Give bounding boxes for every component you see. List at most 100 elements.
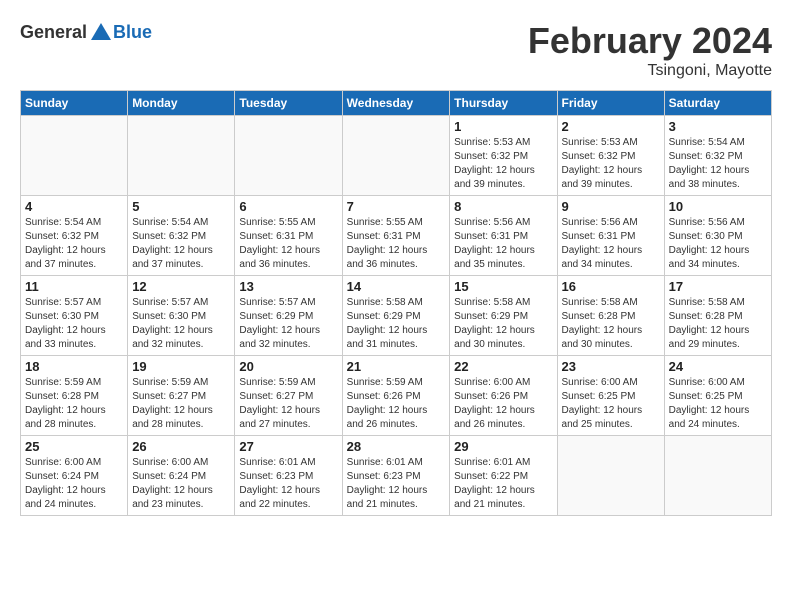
calendar-cell: 16 Sunrise: 5:58 AM Sunset: 6:28 PM Dayli… — [557, 276, 664, 356]
calendar-cell — [128, 116, 235, 196]
day-number: 14 — [347, 279, 446, 294]
calendar-cell: 7 Sunrise: 5:55 AM Sunset: 6:31 PM Daylig… — [342, 196, 450, 276]
day-info: Sunrise: 5:59 AM Sunset: 6:27 PM Dayligh… — [239, 376, 337, 432]
calendar-cell: 23 Sunrise: 6:00 AM Sunset: 6:25 PM Dayli… — [557, 356, 664, 436]
day-info: Sunrise: 6:00 AM Sunset: 6:25 PM Dayligh… — [669, 376, 767, 432]
day-number: 1 — [454, 119, 552, 134]
calendar-cell: 9 Sunrise: 5:56 AM Sunset: 6:31 PM Daylig… — [557, 196, 664, 276]
calendar-cell: 24Sunrise: 6:00 AM Sunset: 6:25 PM Dayli… — [664, 356, 771, 436]
calendar-cell: 13 Sunrise: 5:57 AM Sunset: 6:29 PM Dayli… — [235, 276, 342, 356]
day-info: Sunrise: 6:01 AM Sunset: 6:23 PM Dayligh… — [347, 456, 446, 512]
day-number: 26 — [132, 439, 230, 454]
calendar-cell: 28 Sunrise: 6:01 AM Sunset: 6:23 PM Dayli… — [342, 436, 450, 516]
day-number: 16 — [562, 279, 660, 294]
calendar-week-row: 1 Sunrise: 5:53 AM Sunset: 6:32 PM Daylig… — [21, 116, 772, 196]
logo-blue: Blue — [113, 22, 152, 43]
calendar-cell: 5 Sunrise: 5:54 AM Sunset: 6:32 PM Daylig… — [128, 196, 235, 276]
calendar-cell: 2Sunrise: 5:53 AM Sunset: 6:32 PM Daylig… — [557, 116, 664, 196]
day-info: Sunrise: 5:55 AM Sunset: 6:31 PM Dayligh… — [239, 216, 337, 272]
calendar-cell — [235, 116, 342, 196]
day-number: 22 — [454, 359, 552, 374]
day-number: 29 — [454, 439, 552, 454]
day-info: Sunrise: 5:59 AM Sunset: 6:27 PM Dayligh… — [132, 376, 230, 432]
day-number: 21 — [347, 359, 446, 374]
day-info: Sunrise: 5:55 AM Sunset: 6:31 PM Dayligh… — [347, 216, 446, 272]
day-info: Sunrise: 5:54 AM Sunset: 6:32 PM Dayligh… — [132, 216, 230, 272]
day-number: 7 — [347, 199, 446, 214]
page-header: General Blue February 2024 Tsingoni, May… — [20, 20, 772, 80]
day-info: Sunrise: 6:00 AM Sunset: 6:26 PM Dayligh… — [454, 376, 552, 432]
day-info: Sunrise: 5:57 AM Sunset: 6:30 PM Dayligh… — [25, 296, 123, 352]
day-info: Sunrise: 5:54 AM Sunset: 6:32 PM Dayligh… — [25, 216, 123, 272]
calendar-week-row: 25Sunrise: 6:00 AM Sunset: 6:24 PM Dayli… — [21, 436, 772, 516]
day-info: Sunrise: 5:58 AM Sunset: 6:29 PM Dayligh… — [454, 296, 552, 352]
day-info: Sunrise: 5:56 AM Sunset: 6:30 PM Dayligh… — [669, 216, 767, 272]
calendar-cell: 19 Sunrise: 5:59 AM Sunset: 6:27 PM Dayli… — [128, 356, 235, 436]
calendar-cell: 21Sunrise: 5:59 AM Sunset: 6:26 PM Dayli… — [342, 356, 450, 436]
day-number: 6 — [239, 199, 337, 214]
month-title: February 2024 — [528, 20, 772, 62]
calendar-cell: 27 Sunrise: 6:01 AM Sunset: 6:23 PM Dayli… — [235, 436, 342, 516]
calendar-cell: 14 Sunrise: 5:58 AM Sunset: 6:29 PM Dayli… — [342, 276, 450, 356]
day-number: 17 — [669, 279, 767, 294]
calendar-cell: 22 Sunrise: 6:00 AM Sunset: 6:26 PM Dayli… — [450, 356, 557, 436]
day-info: Sunrise: 5:56 AM Sunset: 6:31 PM Dayligh… — [454, 216, 552, 272]
calendar-cell: 12 Sunrise: 5:57 AM Sunset: 6:30 PM Dayli… — [128, 276, 235, 356]
column-header-tuesday: Tuesday — [235, 91, 342, 116]
day-number: 28 — [347, 439, 446, 454]
day-info: Sunrise: 5:58 AM Sunset: 6:28 PM Dayligh… — [669, 296, 767, 352]
day-info: Sunrise: 5:59 AM Sunset: 6:28 PM Dayligh… — [25, 376, 123, 432]
logo: General Blue — [20, 20, 152, 44]
calendar-cell: 1 Sunrise: 5:53 AM Sunset: 6:32 PM Daylig… — [450, 116, 557, 196]
day-info: Sunrise: 6:00 AM Sunset: 6:25 PM Dayligh… — [562, 376, 660, 432]
calendar-cell — [664, 436, 771, 516]
logo-general: General — [20, 22, 87, 43]
day-info: Sunrise: 6:00 AM Sunset: 6:24 PM Dayligh… — [132, 456, 230, 512]
day-number: 10 — [669, 199, 767, 214]
day-number: 5 — [132, 199, 230, 214]
day-number: 12 — [132, 279, 230, 294]
column-header-monday: Monday — [128, 91, 235, 116]
calendar-week-row: 4 Sunrise: 5:54 AM Sunset: 6:32 PM Daylig… — [21, 196, 772, 276]
day-info: Sunrise: 5:53 AM Sunset: 6:32 PM Dayligh… — [562, 136, 660, 192]
day-number: 4 — [25, 199, 123, 214]
calendar-cell: 4 Sunrise: 5:54 AM Sunset: 6:32 PM Daylig… — [21, 196, 128, 276]
day-number: 8 — [454, 199, 552, 214]
day-info: Sunrise: 6:00 AM Sunset: 6:24 PM Dayligh… — [25, 456, 123, 512]
calendar-cell: 11Sunrise: 5:57 AM Sunset: 6:30 PM Dayli… — [21, 276, 128, 356]
calendar-cell: 29 Sunrise: 6:01 AM Sunset: 6:22 PM Dayli… — [450, 436, 557, 516]
day-info: Sunrise: 5:57 AM Sunset: 6:30 PM Dayligh… — [132, 296, 230, 352]
calendar-cell — [557, 436, 664, 516]
column-header-saturday: Saturday — [664, 91, 771, 116]
calendar-table: SundayMondayTuesdayWednesdayThursdayFrid… — [20, 90, 772, 516]
day-number: 13 — [239, 279, 337, 294]
day-info: Sunrise: 5:58 AM Sunset: 6:29 PM Dayligh… — [347, 296, 446, 352]
day-info: Sunrise: 5:58 AM Sunset: 6:28 PM Dayligh… — [562, 296, 660, 352]
calendar-cell: 18 Sunrise: 5:59 AM Sunset: 6:28 PM Dayli… — [21, 356, 128, 436]
location-title: Tsingoni, Mayotte — [528, 62, 772, 80]
day-info: Sunrise: 6:01 AM Sunset: 6:23 PM Dayligh… — [239, 456, 337, 512]
calendar-cell: 15 Sunrise: 5:58 AM Sunset: 6:29 PM Dayli… — [450, 276, 557, 356]
calendar-week-row: 18 Sunrise: 5:59 AM Sunset: 6:28 PM Dayli… — [21, 356, 772, 436]
calendar-week-row: 11Sunrise: 5:57 AM Sunset: 6:30 PM Dayli… — [21, 276, 772, 356]
day-info: Sunrise: 5:56 AM Sunset: 6:31 PM Dayligh… — [562, 216, 660, 272]
day-info: Sunrise: 5:53 AM Sunset: 6:32 PM Dayligh… — [454, 136, 552, 192]
day-number: 27 — [239, 439, 337, 454]
column-header-friday: Friday — [557, 91, 664, 116]
day-number: 15 — [454, 279, 552, 294]
day-number: 18 — [25, 359, 123, 374]
column-header-wednesday: Wednesday — [342, 91, 450, 116]
calendar-cell: 25Sunrise: 6:00 AM Sunset: 6:24 PM Dayli… — [21, 436, 128, 516]
calendar-cell — [342, 116, 450, 196]
day-info: Sunrise: 6:01 AM Sunset: 6:22 PM Dayligh… — [454, 456, 552, 512]
column-header-thursday: Thursday — [450, 91, 557, 116]
day-number: 3 — [669, 119, 767, 134]
column-header-sunday: Sunday — [21, 91, 128, 116]
calendar-cell: 6 Sunrise: 5:55 AM Sunset: 6:31 PM Daylig… — [235, 196, 342, 276]
calendar-cell: 10 Sunrise: 5:56 AM Sunset: 6:30 PM Dayli… — [664, 196, 771, 276]
calendar-cell — [21, 116, 128, 196]
day-number: 9 — [562, 199, 660, 214]
day-number: 23 — [562, 359, 660, 374]
day-info: Sunrise: 5:57 AM Sunset: 6:29 PM Dayligh… — [239, 296, 337, 352]
day-number: 19 — [132, 359, 230, 374]
